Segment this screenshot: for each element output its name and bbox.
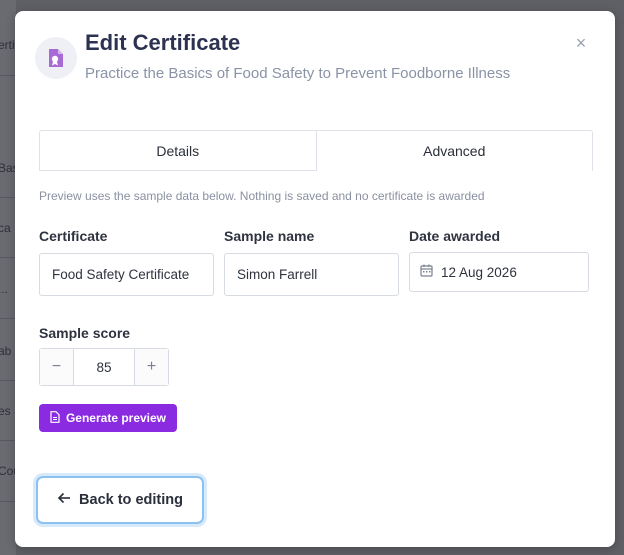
sample-score-label: Sample score: [39, 325, 131, 341]
sample-name-field[interactable]: Simon Farrell: [224, 253, 399, 296]
certificate-field[interactable]: Food Safety Certificate: [39, 253, 214, 296]
certificate-label: Certificate: [39, 228, 108, 244]
background-row: ...: [0, 258, 16, 319]
file-icon: [50, 410, 60, 426]
tab-advanced[interactable]: Advanced: [317, 131, 593, 171]
edit-certificate-dialog: Edit Certificate Practice the Basics of …: [15, 11, 615, 547]
certificate-icon: [35, 37, 77, 79]
background-row: ca: [0, 197, 16, 258]
background-row: ertif: [0, 15, 16, 76]
back-to-editing-label: Back to editing: [79, 492, 183, 508]
decrement-button[interactable]: −: [40, 349, 73, 385]
background-row: ab: [0, 320, 16, 381]
date-awarded-label: Date awarded: [409, 228, 501, 244]
dialog-title: Edit Certificate: [85, 30, 241, 55]
background-row: Cou: [0, 441, 16, 502]
arrow-left-icon: [57, 492, 71, 508]
sample-score-input[interactable]: 85: [73, 349, 135, 385]
background-text: Cou: [0, 464, 16, 478]
increment-button[interactable]: +: [135, 349, 168, 385]
close-icon[interactable]: ×: [571, 33, 591, 53]
background-text: Bas: [0, 161, 16, 175]
date-awarded-value: 12 Aug 2026: [441, 264, 517, 280]
background-page: ertif Bas ca ... ab es Cou: [0, 0, 16, 555]
background-text: ca: [0, 221, 11, 235]
generate-preview-button[interactable]: Generate preview: [39, 404, 177, 432]
tab-details[interactable]: Details: [40, 131, 317, 171]
date-awarded-field[interactable]: 12 Aug 2026: [409, 252, 589, 292]
background-text: ab: [0, 344, 12, 358]
background-text: es: [0, 404, 11, 418]
tab-bar: Details Advanced: [39, 130, 593, 171]
preview-hint: Preview uses the sample data below. Noth…: [39, 189, 485, 203]
background-text: ...: [0, 282, 9, 296]
calendar-icon: [420, 264, 433, 280]
back-to-editing-button[interactable]: Back to editing: [36, 476, 204, 524]
background-text: ertif: [0, 38, 16, 52]
dialog-subtitle: Practice the Basics of Food Safety to Pr…: [85, 65, 511, 82]
sample-name-label: Sample name: [224, 228, 315, 244]
background-row: es: [0, 380, 16, 441]
background-row: Bas: [0, 137, 16, 198]
generate-preview-label: Generate preview: [65, 411, 167, 425]
sample-score-stepper: − 85 +: [39, 348, 169, 386]
